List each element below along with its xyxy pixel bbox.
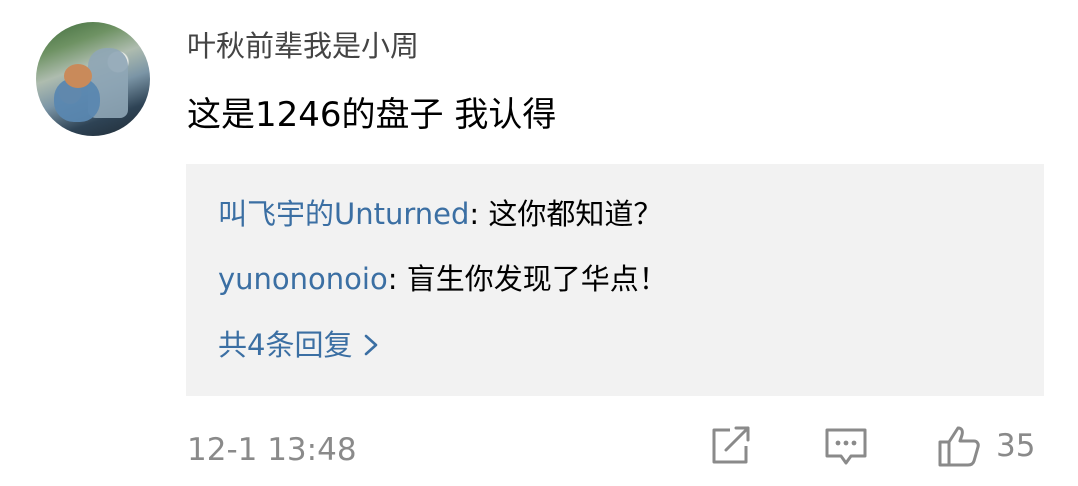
thumbs-up-icon <box>938 426 980 467</box>
share-button[interactable] <box>708 424 754 468</box>
reply-username[interactable]: yunononoio <box>218 262 388 296</box>
reply-separator: : <box>387 262 407 296</box>
more-replies-label: 共4条回复 <box>218 328 353 362</box>
reply-text: 盲生你发现了华点！ <box>406 262 668 296</box>
comment-button[interactable] <box>823 424 869 468</box>
chevron-right-icon <box>365 334 378 356</box>
reply-separator: : <box>469 197 489 231</box>
like-button[interactable]: 35 <box>936 424 1035 468</box>
comment-icon <box>825 428 867 465</box>
reply-item: 叫飞宇的Unturned: 这你都知道？ <box>218 194 662 234</box>
like-count: 35 <box>996 428 1036 464</box>
avatar[interactable] <box>36 22 150 136</box>
reply-username[interactable]: 叫飞宇的Unturned <box>218 197 469 231</box>
share-icon <box>712 426 750 464</box>
reply-box[interactable]: 叫飞宇的Unturned: 这你都知道？ yunononoio: 盲生你发现了华… <box>186 164 1044 396</box>
reply-text: 这你都知道？ <box>488 197 663 231</box>
reply-item: yunononoio: 盲生你发现了华点！ <box>218 259 668 299</box>
comment-timestamp: 12-1 13:48 <box>187 432 357 468</box>
avatar-figure <box>64 64 92 88</box>
more-replies-link[interactable]: 共4条回复 <box>218 325 382 365</box>
comment-username[interactable]: 叶秋前辈我是小周 <box>187 26 419 66</box>
comment-text: 这是1246的盘子 我认得 <box>187 95 557 135</box>
